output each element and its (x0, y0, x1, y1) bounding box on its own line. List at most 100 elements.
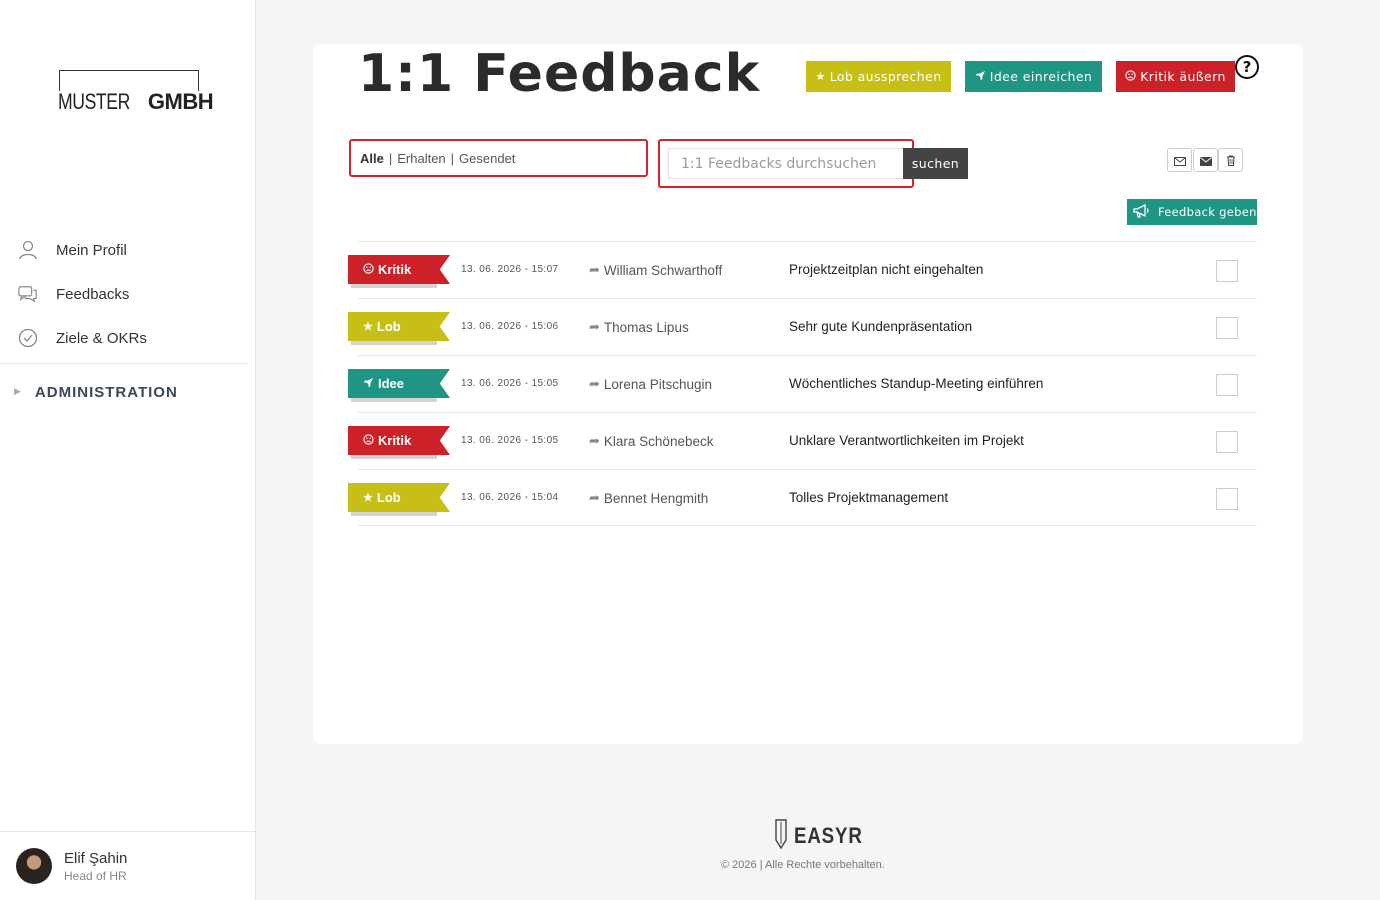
feedback-date: 13. 06. 2026 - 15:05 (461, 378, 559, 389)
pen-icon (772, 818, 790, 854)
user-name: Elif Şahin (64, 849, 128, 867)
person-name: Klara Schönebeck (603, 433, 714, 449)
type-label: Idee (378, 376, 405, 391)
feedback-subject[interactable]: Unklare Verantwortlichkeiten im Projekt (789, 433, 1024, 448)
envelope-icon (1199, 151, 1212, 170)
sidebar-item-feedbacks[interactable]: Feedbacks (0, 272, 248, 316)
mark-unread-button[interactable] (1167, 148, 1192, 172)
sidebar-item-administration[interactable]: ▶ ADMINISTRATION (0, 364, 248, 420)
feedback-subject[interactable]: Sehr gute Kundenpräsentation (789, 319, 972, 334)
star-icon: ★ (363, 321, 373, 333)
type-badge-idee[interactable]: Idee (348, 369, 450, 402)
feedback-card: 1:1 Feedback ★ Lob aussprechen Idee einr… (313, 44, 1303, 744)
feedback-date: 13. 06. 2026 - 15:04 (461, 492, 559, 503)
type-badge-kritik[interactable]: Kritik (348, 255, 450, 288)
footer-brand-text: EASYR (794, 823, 863, 848)
feedback-geben-button[interactable]: Feedback geben (1127, 199, 1257, 225)
person-name: William Schwarthoff (603, 262, 723, 278)
copyright-text: © 2026 | Alle Rechte vorbehalten. (721, 859, 885, 871)
person-name: Thomas Lipus (603, 319, 689, 335)
logo-text-part1: MUSTER (58, 89, 130, 114)
feedback-date: 13. 06. 2026 - 15:06 (461, 321, 559, 332)
type-badge-lob[interactable]: ★ Lob (348, 483, 450, 516)
user-profile[interactable]: Elif Şahin Head of HR (0, 831, 255, 900)
table-row[interactable]: ★ Lob 13. 06. 2026 - 15:04 ➦ Bennet Hengm… (348, 469, 1257, 526)
table-row[interactable]: Kritik 13. 06. 2026 - 15:07 ➦ William Sch… (348, 241, 1257, 298)
help-icon[interactable]: ? (1235, 55, 1259, 79)
sidebar-item-label: Feedbacks (56, 285, 130, 303)
footer-brand-logo[interactable]: EASYR (772, 818, 875, 854)
company-logo[interactable]: MUSTER GMBH (58, 70, 218, 114)
user-icon (18, 240, 38, 260)
filter-alle[interactable]: Alle (360, 151, 384, 166)
table-row[interactable]: Idee 13. 06. 2026 - 15:05 ➦ Lorena Pitsch… (348, 355, 1257, 412)
feedback-person[interactable]: ➦ Lorena Pitschugin (589, 376, 712, 392)
table-row[interactable]: Kritik 13. 06. 2026 - 15:05 ➦ Klara Schön… (348, 412, 1257, 469)
filter-erhalten[interactable]: Erhalten (397, 151, 445, 166)
row-checkbox[interactable] (1216, 488, 1238, 510)
feedback-person[interactable]: ➦ William Schwarthoff (589, 262, 722, 278)
sidebar-item-mein-profil[interactable]: Mein Profil (0, 228, 248, 272)
type-badge-kritik[interactable]: Kritik (348, 426, 450, 459)
type-label: Lob (376, 319, 401, 334)
share-icon: ➦ (589, 433, 600, 448)
megaphone-icon (1133, 203, 1150, 221)
mark-read-button[interactable] (1193, 148, 1218, 172)
person-name: Lorena Pitschugin (603, 376, 712, 392)
feedback-date: 13. 06. 2026 - 15:05 (461, 435, 559, 446)
feedback-person[interactable]: ➦ Bennet Hengmith (589, 490, 708, 506)
row-checkbox[interactable] (1216, 317, 1238, 339)
sidebar-nav: Mein Profil Feedbacks Ziele & OKRs ▶ ADM… (0, 228, 248, 420)
sidebar-item-ziele-okrs[interactable]: Ziele & OKRs (0, 316, 248, 360)
rocket-icon (363, 377, 374, 391)
delete-button[interactable] (1218, 148, 1243, 172)
sidebar-item-label: Ziele & OKRs (56, 329, 147, 347)
idee-einreichen-button[interactable]: Idee einreichen (965, 61, 1102, 92)
feedback-date: 13. 06. 2026 - 15:07 (461, 264, 559, 275)
kritik-button-label: Kritik äußern (1140, 69, 1226, 84)
filter-separator: | (388, 150, 393, 166)
feedback-person[interactable]: ➦ Thomas Lipus (589, 319, 689, 335)
logo-text-part2: GMBH (147, 89, 214, 114)
feedback-geben-label: Feedback geben (1158, 205, 1257, 219)
person-name: Bennet Hengmith (603, 490, 709, 506)
kritik-aeussern-button[interactable]: Kritik äußern (1116, 61, 1235, 92)
check-circle-icon (18, 328, 38, 348)
feedback-subject[interactable]: Wöchentliches Standup-Meeting einführen (789, 376, 1043, 391)
feedback-subject[interactable]: Tolles Projektmanagement (789, 490, 948, 505)
administration-label: ADMINISTRATION (34, 383, 178, 401)
rocket-icon (975, 70, 986, 84)
feedback-person[interactable]: ➦ Klara Schönebeck (589, 433, 713, 449)
lob-button-label: Lob aussprechen (829, 69, 942, 84)
frown-icon (1125, 69, 1136, 84)
row-checkbox[interactable] (1216, 260, 1238, 282)
page-title: 1:1 Feedback (358, 44, 761, 104)
envelope-outline-icon (1173, 151, 1186, 170)
row-checkbox[interactable] (1216, 374, 1238, 396)
filter-gesendet[interactable]: Gesendet (459, 151, 515, 166)
sidebar: MUSTER GMBH Mein Profil Feedbacks Ziele &… (0, 0, 256, 900)
frown-icon (363, 262, 374, 277)
chat-icon (18, 284, 38, 304)
idee-button-label: Idee einreichen (989, 69, 1093, 84)
caret-right-icon: ▶ (14, 387, 21, 397)
star-icon: ★ (363, 492, 373, 504)
user-role: Head of HR (64, 868, 127, 883)
frown-icon (363, 433, 374, 448)
share-icon: ➦ (589, 376, 600, 391)
sidebar-item-label: Mein Profil (56, 241, 127, 259)
feedback-filter: Alle | Erhalten | Gesendet (349, 139, 648, 177)
type-label: Kritik (378, 433, 412, 448)
share-icon: ➦ (589, 262, 600, 277)
search-input[interactable] (668, 148, 904, 179)
star-icon: ★ (815, 70, 826, 83)
lob-aussprechen-button[interactable]: ★ Lob aussprechen (806, 61, 951, 92)
share-icon: ➦ (589, 319, 600, 334)
feedback-subject[interactable]: Projektzeitplan nicht eingehalten (789, 262, 983, 277)
share-icon: ➦ (589, 490, 600, 505)
search-button[interactable]: suchen (903, 148, 968, 179)
row-checkbox[interactable] (1216, 431, 1238, 453)
type-badge-lob[interactable]: ★ Lob (348, 312, 450, 345)
avatar (16, 848, 52, 884)
table-row[interactable]: ★ Lob 13. 06. 2026 - 15:06 ➦ Thomas Lipus… (348, 298, 1257, 355)
